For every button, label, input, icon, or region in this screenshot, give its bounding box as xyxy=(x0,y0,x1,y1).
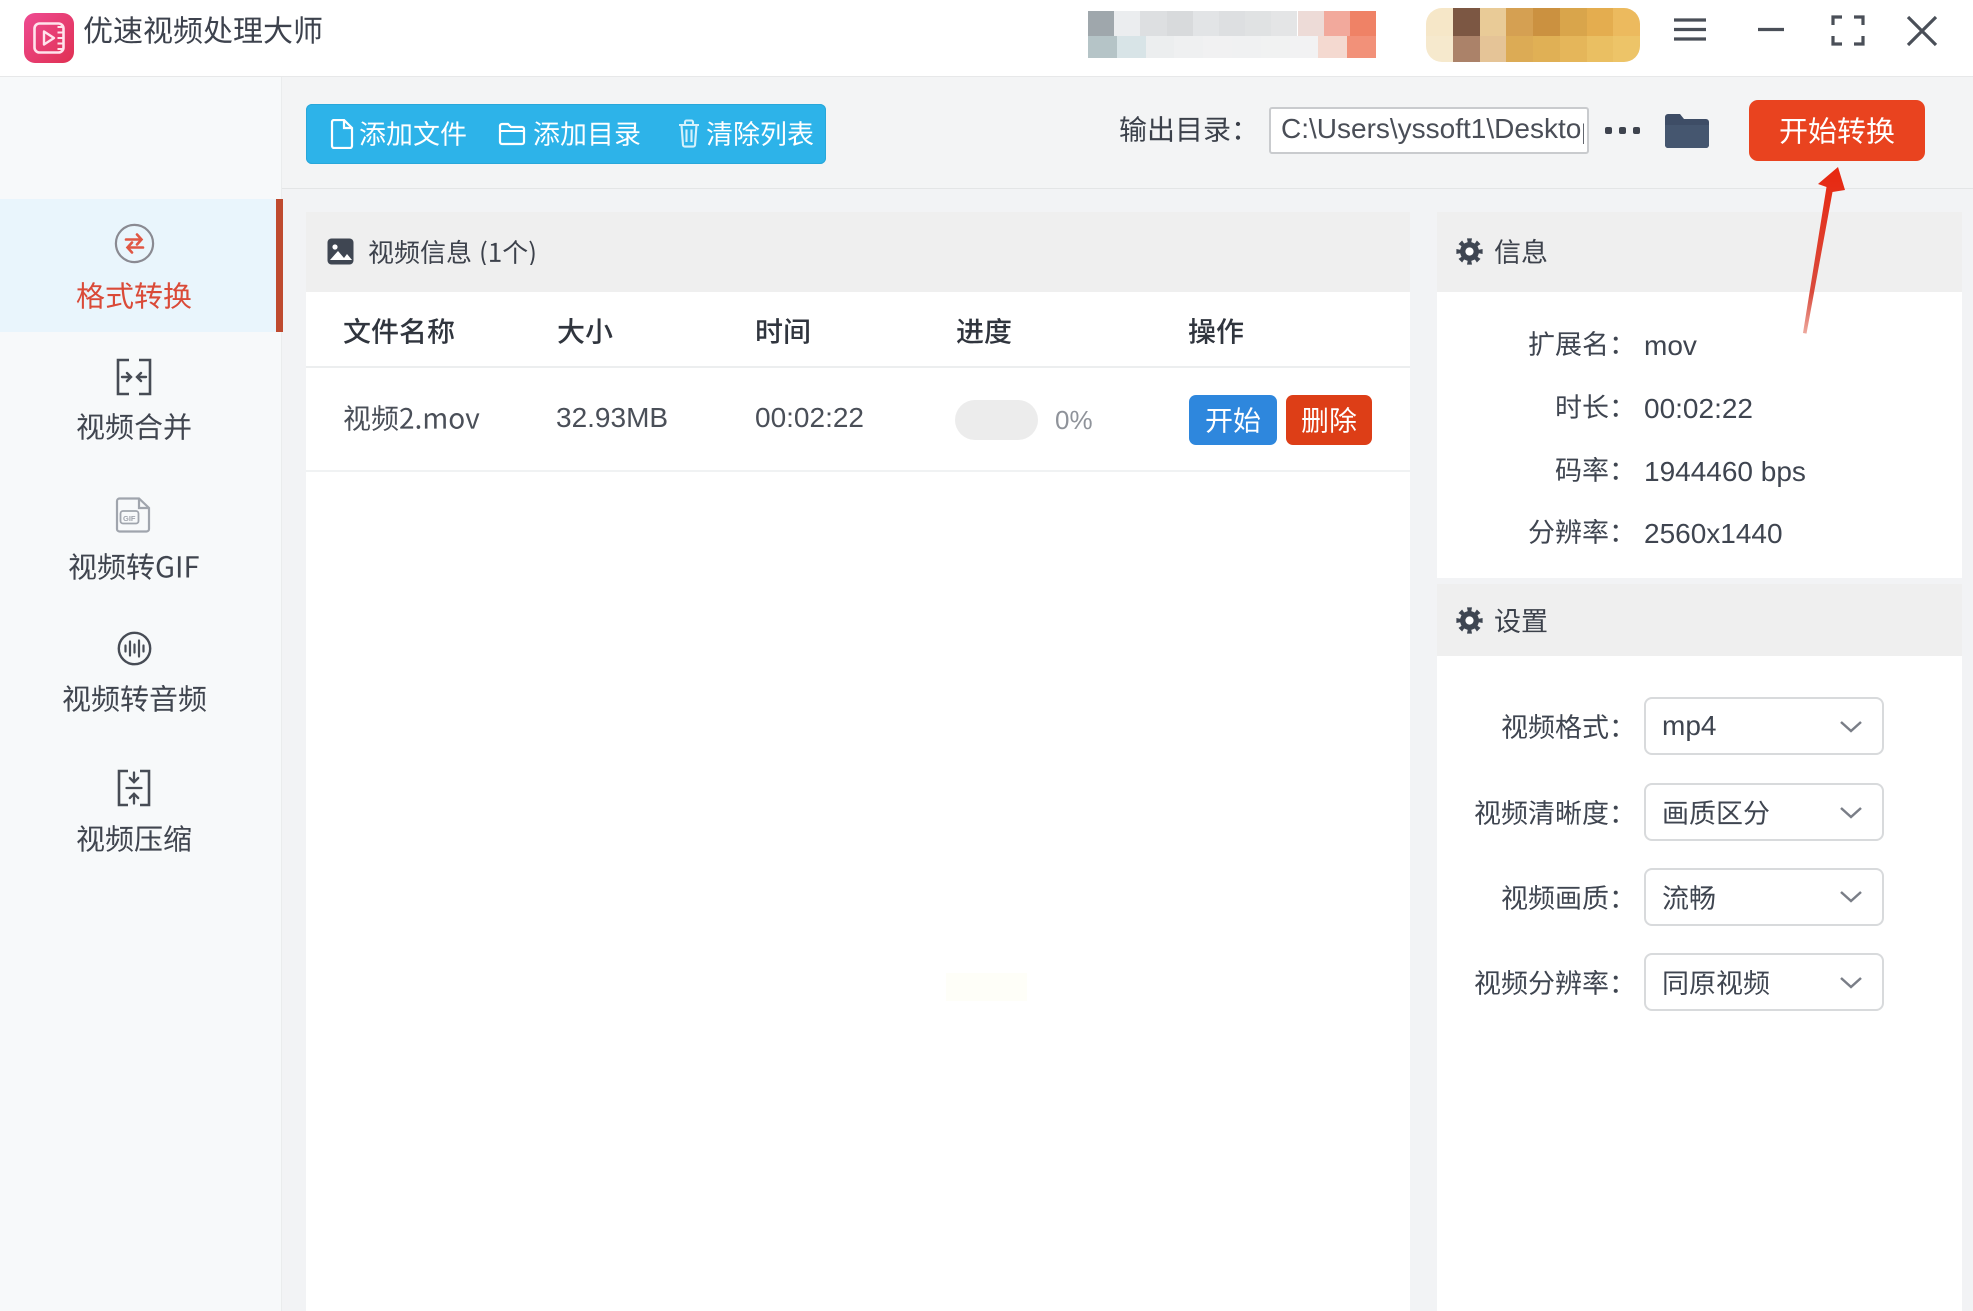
svg-text:GIF: GIF xyxy=(123,514,136,523)
